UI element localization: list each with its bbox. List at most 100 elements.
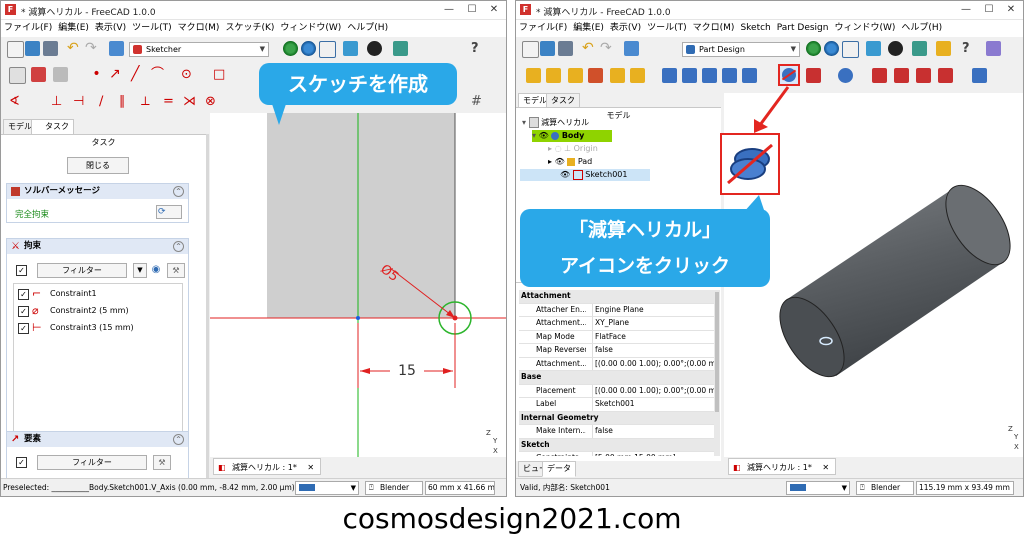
chamfer-icon[interactable] xyxy=(894,68,909,83)
macro-icon[interactable] xyxy=(986,41,1001,56)
eye-icon[interactable]: 👁 xyxy=(539,131,549,140)
menu-tools[interactable]: ツール(T) xyxy=(644,20,690,37)
whats-this-icon[interactable]: ? xyxy=(471,41,486,56)
property-row[interactable]: Attachment... [(0.00 0.00 1.00); 0.00°;(0… xyxy=(519,357,714,371)
document-tab[interactable]: ◧ 減算ヘリカル : 1* ✕ xyxy=(213,458,322,475)
navigation-style-dropdown[interactable]: ⍞ Blender xyxy=(365,481,423,495)
pad-icon[interactable] xyxy=(526,68,541,83)
open-file-icon[interactable] xyxy=(540,41,555,56)
menu-macro[interactable]: マクロ(M) xyxy=(175,20,223,37)
dimension-readout[interactable]: 115.19 mm x 93.49 mm xyxy=(916,481,1014,495)
fillet-icon[interactable] xyxy=(872,68,887,83)
property-value[interactable]: XY_Plane xyxy=(592,317,714,330)
menu-edit[interactable]: 編集(E) xyxy=(55,20,92,37)
property-value[interactable]: [(0.00 0.00 1.00); 0.00°;(0.00 mm ... xyxy=(592,357,714,370)
save-icon[interactable] xyxy=(43,41,58,56)
property-value[interactable]: FlatFace xyxy=(592,330,714,343)
line-icon[interactable]: ╱ xyxy=(131,67,146,82)
maximize-button[interactable]: ☐ xyxy=(978,3,1000,17)
equal-icon[interactable]: = xyxy=(163,94,178,109)
minimize-button[interactable]: — xyxy=(438,3,460,17)
solver-message-header[interactable]: ソルバーメッセージ ^ xyxy=(7,184,188,199)
fit-all-icon[interactable] xyxy=(283,41,298,56)
workbench-selector[interactable]: Part Design ▼ xyxy=(682,42,800,57)
rectangle-icon[interactable]: □ xyxy=(213,67,228,82)
property-row[interactable]: Make Intern... false xyxy=(519,425,714,439)
collapse-icon[interactable]: ^ xyxy=(173,241,184,252)
property-row[interactable]: Label Sketch001 xyxy=(519,398,714,412)
fit-selection-icon[interactable] xyxy=(824,41,839,56)
sketch-leave-icon[interactable] xyxy=(53,67,68,82)
menu-help[interactable]: ヘルプ(H) xyxy=(898,20,945,37)
coincident-icon[interactable]: ⊥ xyxy=(51,94,66,109)
refresh-solver-button[interactable]: ⟳ xyxy=(156,205,182,219)
list-item[interactable]: ✓ ⌐ Constraint1 xyxy=(18,287,178,301)
menu-file[interactable]: ファイル(F) xyxy=(1,20,55,37)
property-row[interactable]: Placement [(0.00 0.00 1.00); 0.00°;(0.00 … xyxy=(519,384,714,398)
new-file-icon[interactable] xyxy=(7,41,24,58)
subtractive-loft-icon[interactable] xyxy=(722,68,737,83)
refresh-icon[interactable] xyxy=(624,41,639,56)
pocket-icon[interactable] xyxy=(662,68,677,83)
constraint-filter-dropdown[interactable]: フィルター xyxy=(37,263,127,278)
create-part-icon[interactable] xyxy=(393,41,408,56)
point-on-object-icon[interactable]: ⊣ xyxy=(73,94,88,109)
collapse-icon[interactable]: ^ xyxy=(173,434,184,445)
eye-hidden-icon[interactable]: ◌ xyxy=(555,144,562,153)
create-body-icon[interactable] xyxy=(936,41,951,56)
parallel-icon[interactable]: ∥ xyxy=(119,94,134,109)
list-item[interactable]: ✓ ⊢ Constraint3 (15 mm) xyxy=(18,321,178,335)
menu-macro[interactable]: マクロ(M) xyxy=(690,20,738,37)
additive-helix-icon[interactable] xyxy=(610,68,625,83)
redo-icon[interactable]: ↷ xyxy=(600,41,615,56)
new-file-icon[interactable] xyxy=(522,41,539,58)
property-group[interactable]: Base xyxy=(519,371,714,385)
constraints-header[interactable]: ⚔ 拘束 ^ xyxy=(7,239,188,254)
menu-view[interactable]: 表示(V) xyxy=(607,20,644,37)
document-tab[interactable]: ◧ 減算ヘリカル : 1* ✕ xyxy=(728,458,837,475)
maximize-button[interactable]: ☐ xyxy=(461,3,483,17)
property-row[interactable]: Attacher En... Engine Plane xyxy=(519,303,714,317)
property-row[interactable]: Map Mode FlatFace xyxy=(519,330,714,344)
minimize-button[interactable]: — xyxy=(955,3,977,17)
fit-all-icon[interactable] xyxy=(806,41,821,56)
sketch-edit-icon[interactable] xyxy=(31,67,46,82)
elements-header[interactable]: ↗ 要素 ^ xyxy=(7,432,188,447)
property-value[interactable]: Sketch001 xyxy=(592,398,714,411)
close-icon[interactable]: ✕ xyxy=(307,463,314,472)
grid-icon[interactable]: # xyxy=(471,94,486,109)
property-group[interactable]: Attachment xyxy=(519,290,714,304)
menu-sketch[interactable]: Sketch xyxy=(737,20,773,37)
mirror-icon[interactable] xyxy=(972,68,987,83)
tree-item-body[interactable]: ▾ 👁 Body xyxy=(532,130,612,142)
groove-icon[interactable] xyxy=(702,68,717,83)
constraint-checkbox[interactable]: ✓ xyxy=(18,306,29,317)
property-value[interactable]: false xyxy=(592,425,714,438)
sketch-canvas[interactable]: Ø5 15 Z Y X xyxy=(210,113,507,457)
property-group[interactable]: Internal Geometry xyxy=(519,411,714,425)
scrollbar-thumb[interactable] xyxy=(715,292,719,412)
property-row[interactable]: Attachment... XY_Plane xyxy=(519,317,714,331)
menu-tools[interactable]: ツール(T) xyxy=(129,20,175,37)
visibility-eye-icon[interactable]: ◉ xyxy=(149,263,163,276)
close-task-button[interactable]: 閉じる xyxy=(67,157,129,174)
fit-selection-icon[interactable] xyxy=(301,41,316,56)
eye-icon[interactable]: 👁 xyxy=(560,170,570,179)
subtractive-primitive-icon[interactable] xyxy=(806,68,821,83)
splitter[interactable] xyxy=(206,134,209,479)
settings-icon[interactable]: ⚒ xyxy=(167,263,185,278)
additive-pipe-icon[interactable] xyxy=(588,68,603,83)
create-part-icon[interactable] xyxy=(912,41,927,56)
collapse-icon[interactable]: ^ xyxy=(173,186,184,197)
property-value[interactable]: false xyxy=(592,344,714,357)
menu-part-design[interactable]: Part Design xyxy=(774,20,832,37)
menu-sketch[interactable]: スケッチ(K) xyxy=(222,20,277,37)
dimension-readout[interactable]: 60 mm x 41.66 m xyxy=(425,481,495,495)
refresh-icon[interactable] xyxy=(109,41,124,56)
whats-this-icon[interactable]: ? xyxy=(962,41,977,56)
tree-item-sketch001[interactable]: 👁 Sketch001 xyxy=(520,169,650,181)
3d-view[interactable]: Ø5 15 Z Y X xyxy=(210,113,507,457)
sketch-new-icon[interactable] xyxy=(9,67,26,84)
block-icon[interactable]: ⊗ xyxy=(205,94,220,109)
property-value[interactable]: [5.00 mm;15.00 mm] xyxy=(592,452,714,456)
